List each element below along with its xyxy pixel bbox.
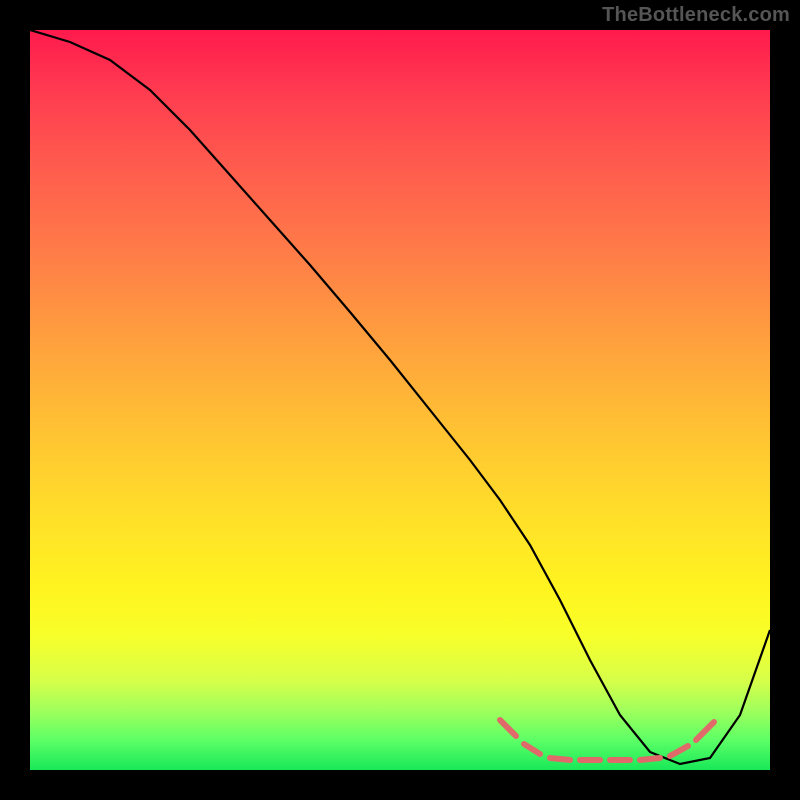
- chart-svg: [30, 30, 770, 770]
- chart-frame: TheBottleneck.com: [0, 0, 800, 800]
- marker-dash: [696, 722, 714, 740]
- marker-dash: [670, 746, 688, 756]
- marker-dash: [500, 720, 516, 736]
- marker-dash: [640, 758, 660, 760]
- marker-dash: [524, 744, 540, 754]
- marker-dash: [550, 758, 570, 760]
- highlight-markers: [500, 720, 714, 760]
- watermark-text: TheBottleneck.com: [602, 4, 790, 27]
- curve-line: [30, 30, 770, 764]
